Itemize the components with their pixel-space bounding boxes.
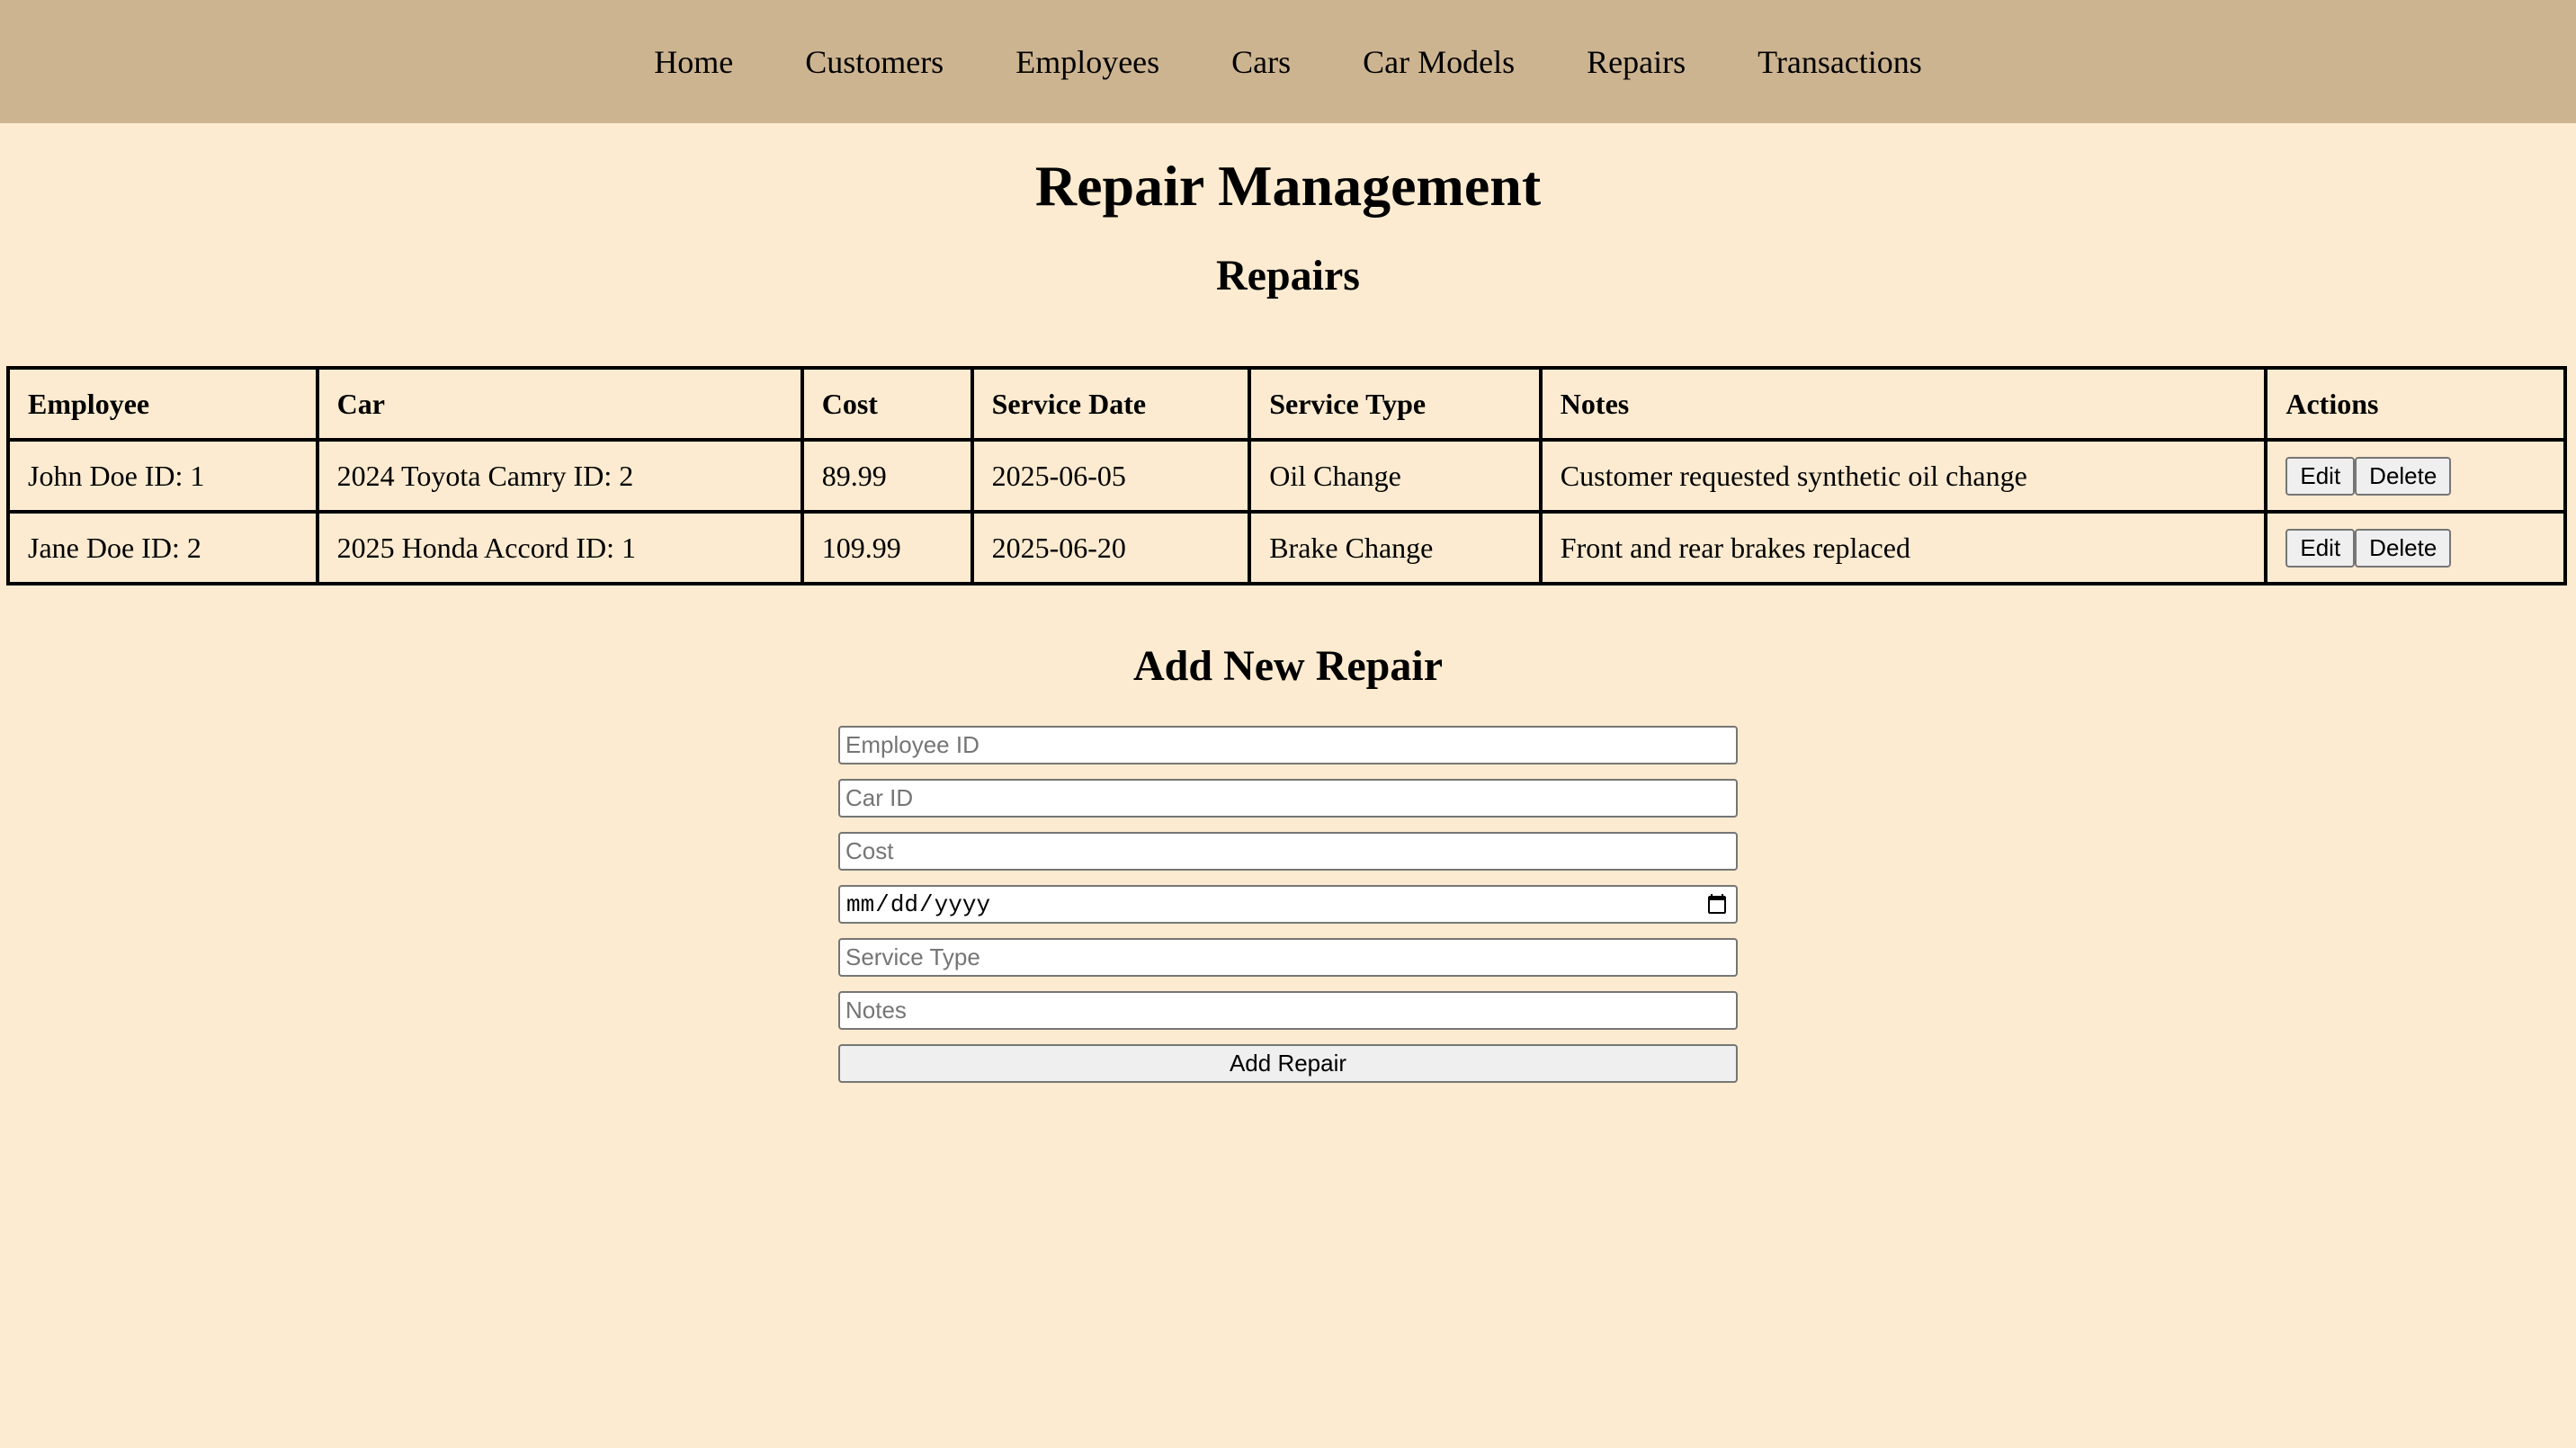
header-service-date: Service Date (970, 366, 1252, 442)
car-id-input[interactable] (838, 779, 1738, 818)
nav-employees[interactable]: Employees (1015, 43, 1159, 81)
nav-home[interactable]: Home (654, 43, 733, 81)
notes-input[interactable] (838, 991, 1738, 1030)
nav-repairs[interactable]: Repairs (1587, 43, 1686, 81)
service-date-input[interactable] (838, 885, 1738, 924)
top-nav: Home Customers Employees Cars Car Models… (0, 0, 2576, 123)
nav-cars[interactable]: Cars (1231, 43, 1291, 81)
cell-cost: 109.99 (800, 510, 974, 585)
repairs-heading: Repairs (1216, 252, 1360, 299)
repairs-table: Employee Car Cost Service Date Service T… (6, 366, 2567, 585)
header-car: Car (315, 366, 804, 442)
cell-cost: 89.99 (800, 438, 974, 514)
page-title: Repair Management (1034, 154, 1542, 218)
edit-button[interactable]: Edit (2285, 528, 2356, 568)
header-cost: Cost (800, 366, 974, 442)
service-type-input[interactable] (838, 938, 1738, 977)
add-repair-button[interactable]: Add Repair (838, 1044, 1738, 1083)
cell-actions: Edit Delete (2264, 438, 2567, 514)
add-repair-form: Add Repair (838, 726, 1738, 1097)
cost-input[interactable] (838, 832, 1738, 871)
cell-employee: John Doe ID: 1 (6, 438, 319, 514)
nav-transactions[interactable]: Transactions (1758, 43, 1922, 81)
cell-notes: Front and rear brakes replaced (1538, 510, 2268, 585)
header-actions: Actions (2264, 366, 2567, 442)
cell-service-type: Brake Change (1248, 510, 1543, 585)
header-notes: Notes (1538, 366, 2268, 442)
cell-actions: Edit Delete (2264, 510, 2567, 585)
cell-car: 2025 Honda Accord ID: 1 (315, 510, 804, 585)
cell-notes: Customer requested synthetic oil change (1538, 438, 2268, 514)
cell-service-type: Oil Change (1248, 438, 1543, 514)
cell-service-date: 2025-06-05 (970, 438, 1252, 514)
nav-car-models[interactable]: Car Models (1363, 43, 1515, 81)
add-repair-heading: Add New Repair (1133, 642, 1443, 690)
edit-button[interactable]: Edit (2285, 456, 2356, 496)
table-header-row: Employee Car Cost Service Date Service T… (6, 366, 2567, 442)
header-employee: Employee (6, 366, 319, 442)
table-row: John Doe ID: 1 2024 Toyota Camry ID: 2 8… (6, 438, 2567, 514)
cell-employee: Jane Doe ID: 2 (6, 510, 319, 585)
employee-id-input[interactable] (838, 726, 1738, 764)
header-service-type: Service Type (1248, 366, 1543, 442)
delete-button[interactable]: Delete (2355, 528, 2452, 568)
table-row: Jane Doe ID: 2 2025 Honda Accord ID: 1 1… (6, 510, 2567, 585)
nav-customers[interactable]: Customers (805, 43, 944, 81)
cell-car: 2024 Toyota Camry ID: 2 (315, 438, 804, 514)
delete-button[interactable]: Delete (2355, 456, 2452, 496)
cell-service-date: 2025-06-20 (970, 510, 1252, 585)
